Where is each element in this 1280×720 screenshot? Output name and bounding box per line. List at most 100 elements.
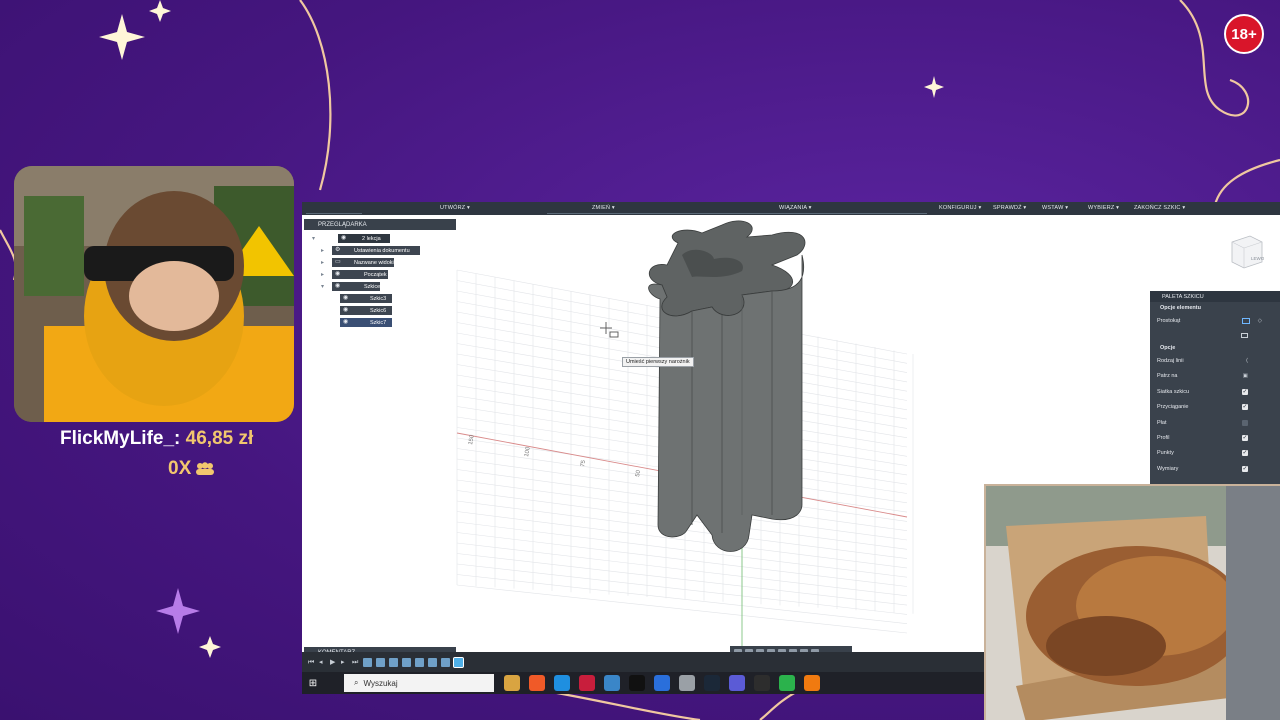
palette-spacer [1150, 328, 1280, 342]
menu-configure[interactable]: KONFIGURUJ ▾ [939, 205, 981, 211]
menu-constraints[interactable]: WIĄZANIA ▾ [779, 205, 812, 211]
browser-title: PRZEGLĄDARKA [318, 221, 367, 228]
menu-finish-sketch[interactable]: ZAKOŃCZ SZKIC ▾ [1134, 205, 1185, 211]
checkbox[interactable]: ✓ [1242, 404, 1248, 411]
taskbar-app-icon[interactable] [779, 675, 795, 691]
folder-icon: ▭ [335, 259, 341, 265]
menu-inspect[interactable]: SPRAWDŹ ▾ [993, 205, 1026, 211]
menu-select[interactable]: WYBIERZ ▾ [1088, 205, 1119, 211]
palette-option-label: Wymiary [1157, 465, 1179, 472]
chevron-down-icon[interactable]: ▾ [312, 235, 315, 242]
palette-rectangle-row[interactable]: Prostokąt ◇ [1150, 313, 1280, 328]
checkbox[interactable]: ✓ [1242, 465, 1248, 472]
timeline-feature-current[interactable] [453, 656, 464, 668]
taskbar-app-icon[interactable] [629, 675, 645, 691]
eye-icon[interactable]: ◉ [341, 235, 349, 242]
checkbox[interactable] [1242, 419, 1248, 426]
taskbar-app-icon[interactable] [729, 675, 745, 691]
sketch-toolbar: UTWÓRZ ▾ ZMIEŃ ▾ WIĄZANIA ▾ KONFIGURUJ ▾… [302, 202, 1280, 215]
taskbar-search[interactable]: ⌕ Wyszukaj [344, 674, 494, 692]
chevron-right-icon[interactable]: ▸ [321, 271, 324, 278]
taskbar-app-icon[interactable] [704, 675, 720, 691]
timeline-feature[interactable] [389, 657, 398, 667]
checkbox[interactable]: ✓ [1242, 450, 1248, 457]
eye-icon[interactable]: ◉ [335, 283, 343, 290]
palette-option-row[interactable]: Płat [1150, 415, 1280, 430]
webcam-image [14, 166, 294, 422]
taskbar-app-icon[interactable] [679, 675, 695, 691]
palette-option-label: Siatka szkicu [1157, 388, 1190, 395]
tree-item-label: Nazwane widoki [354, 259, 394, 266]
eye-icon[interactable]: ◉ [343, 295, 351, 302]
play-icon[interactable]: ▶ [330, 659, 337, 666]
taskbar-app-icon[interactable] [804, 675, 820, 691]
skip-end-icon[interactable]: ⏭ [352, 659, 359, 666]
palette-option-row[interactable]: Przyciąganie ✓ [1150, 400, 1280, 415]
timeline-feature[interactable] [441, 657, 450, 667]
eye-icon[interactable]: ◉ [343, 319, 351, 326]
palette-option-row[interactable]: Rodzaj linii ⟨ [1150, 353, 1280, 368]
tree-item-label: Szkic3 [370, 295, 387, 302]
chevron-right-icon[interactable]: ▸ [321, 247, 324, 254]
eye-icon[interactable]: ◉ [343, 307, 351, 314]
palette-element-options[interactable]: Opcje elementu [1150, 302, 1280, 313]
line-type-icon[interactable]: ⟨ [1246, 358, 1248, 364]
chevron-down-icon[interactable]: ▾ [321, 283, 324, 290]
timeline-feature[interactable] [415, 657, 424, 667]
people-icon [196, 462, 215, 475]
tree-item-sketches[interactable]: ◉ Szkice [332, 282, 380, 291]
cursor-tooltip: Umieść pierwszy narożnik [622, 357, 694, 367]
tree-item-sketch[interactable]: ◉ Szkic3 [340, 294, 392, 303]
checkbox[interactable]: ✓ [1242, 435, 1248, 442]
palette-header[interactable]: PALETA SZKICU [1150, 291, 1280, 302]
taskbar-apps [504, 675, 820, 691]
taskbar-app-icon[interactable] [554, 675, 570, 691]
menu-create[interactable]: UTWÓRZ ▾ [440, 205, 470, 211]
diamond-icon[interactable]: ◇ [1258, 318, 1262, 324]
timeline-feature[interactable] [376, 657, 385, 667]
taskbar-app-icon[interactable] [504, 675, 520, 691]
tree-item-origin[interactable]: ◉ Początek [332, 270, 388, 279]
menu-insert[interactable]: WSTAW ▾ [1042, 205, 1068, 211]
tree-item-document-settings[interactable]: ⚙ Ustawienia dokumentu [332, 246, 420, 255]
palette-option-row[interactable]: Siatka szkicu ✓ [1150, 384, 1280, 399]
palette-option-row[interactable]: Patrz na ▣ [1150, 369, 1280, 384]
palette-option-row[interactable]: Profil ✓ [1150, 430, 1280, 445]
timeline-feature[interactable] [363, 657, 372, 667]
browser-panel-header[interactable]: PRZEGLĄDARKA [304, 219, 456, 230]
step-forward-icon[interactable]: ▸ [341, 659, 348, 666]
look-at-icon[interactable]: ▣ [1243, 373, 1248, 379]
palette-options-title[interactable]: Opcje [1150, 342, 1280, 353]
donor-name: FlickMyLife_: [60, 428, 181, 449]
palette-option-row[interactable]: Wymiary ✓ [1150, 461, 1280, 476]
taskbar-app-icon[interactable] [604, 675, 620, 691]
viewcube-label: LEWO [1251, 256, 1265, 261]
tree-root-label: 2 lekcja [362, 235, 381, 242]
checkbox[interactable]: ✓ [1242, 388, 1248, 395]
windows-start-button[interactable]: ⊞ [302, 672, 324, 694]
axis-tick: 75 [580, 459, 587, 467]
multiplier-value: 0X [168, 458, 192, 479]
palette-option-label: Przyciąganie [1157, 404, 1189, 411]
menu-modify[interactable]: ZMIEŃ ▾ [592, 205, 615, 211]
rectangle-outline-icon[interactable] [1241, 332, 1248, 338]
rectangle-icon[interactable] [1242, 317, 1250, 324]
tree-item-named-views[interactable]: ▭ Nazwane widoki [332, 258, 394, 267]
eye-icon[interactable]: ◉ [335, 271, 343, 278]
timeline-feature[interactable] [428, 657, 437, 667]
taskbar-app-icon[interactable] [654, 675, 670, 691]
tree-root[interactable]: ◉ 2 lekcja [338, 234, 390, 243]
tree-item-sketch-active[interactable]: ◉ Szkic7 [340, 318, 392, 327]
extruded-body[interactable] [648, 220, 806, 552]
skip-start-icon[interactable]: ⏮ [308, 659, 315, 666]
taskbar-app-icon[interactable] [529, 675, 545, 691]
taskbar-app-icon[interactable] [754, 675, 770, 691]
chevron-right-icon[interactable]: ▸ [321, 259, 324, 266]
viewcube[interactable]: LEWO [1226, 230, 1266, 270]
timeline-feature[interactable] [402, 657, 411, 667]
tree-item-sketch[interactable]: ◉ Szkic6 [340, 306, 392, 315]
palette-option-label: Rodzaj linii [1157, 358, 1184, 365]
step-back-icon[interactable]: ◂ [319, 659, 326, 666]
taskbar-app-icon[interactable] [579, 675, 595, 691]
palette-option-row[interactable]: Punkty ✓ [1150, 446, 1280, 461]
